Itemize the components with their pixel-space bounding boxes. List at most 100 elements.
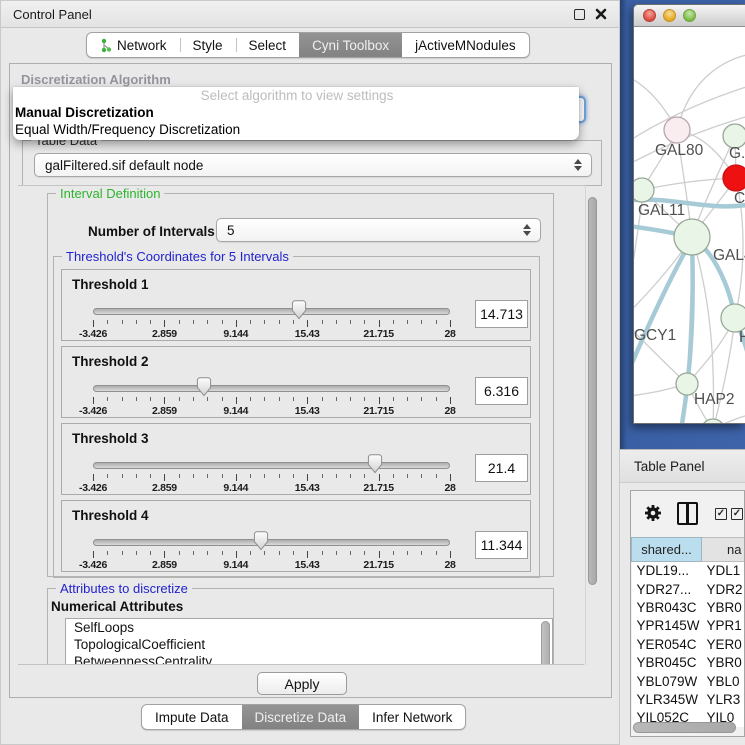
- table-row[interactable]: YLR345WYLR3: [632, 690, 745, 708]
- tick-mark: [93, 397, 94, 404]
- tick-mark: [407, 474, 408, 478]
- numerical-attributes-list[interactable]: SelfLoopsTopologicalCoefficientBetweenne…: [65, 618, 553, 665]
- minimize-traffic-light-icon[interactable]: [663, 9, 676, 22]
- tab-infer-network[interactable]: Infer Network: [359, 705, 465, 729]
- column-header-2[interactable]: na: [702, 538, 745, 562]
- slider-thumb[interactable]: [291, 300, 307, 320]
- dropdown-option-equal-width[interactable]: Equal Width/Frequency Discretization: [13, 121, 579, 138]
- workspace-right: GAL80G.CGAL11GAL4HGCY1HAP2 Table Panel: [620, 0, 745, 745]
- threshold-value-field[interactable]: 6.316: [475, 377, 528, 405]
- tick-mark: [307, 397, 308, 404]
- tab-discretize-data[interactable]: Discretize Data: [242, 705, 360, 729]
- tick-mark: [279, 474, 280, 478]
- table-cell[interactable]: YDR2: [702, 580, 745, 598]
- threshold-value-field[interactable]: 14.713: [475, 300, 528, 328]
- tick-mark: [207, 551, 208, 555]
- tab-label: Discretize Data: [255, 710, 347, 725]
- dropdown-option-manual[interactable]: Manual Discretization: [13, 104, 579, 121]
- table-row[interactable]: YBR043CYBR0: [632, 598, 745, 616]
- network-node-gal4[interactable]: [674, 219, 710, 255]
- threshold-value-field[interactable]: 11.344: [475, 531, 528, 559]
- node-label: HAP2: [694, 391, 735, 408]
- app-root: Control Panel NetworkStyleSelectCyni Too…: [0, 0, 745, 745]
- tick-mark: [436, 397, 437, 401]
- table-cell[interactable]: YPR1: [702, 617, 745, 635]
- zoom-traffic-light-icon[interactable]: [683, 9, 696, 22]
- network-node-h[interactable]: [721, 304, 745, 332]
- tab-cyni-toolbox[interactable]: Cyni Toolbox: [299, 33, 402, 57]
- node-label: G.: [729, 145, 745, 162]
- network-node-gal80[interactable]: [664, 117, 690, 143]
- toolbox-tabs: NetworkStyleSelectCyni ToolboxjActiveMNo…: [86, 32, 530, 58]
- num-intervals-select[interactable]: 5: [216, 218, 541, 242]
- table-row[interactable]: YDL19...YDL1: [632, 562, 745, 580]
- slider-thumb[interactable]: [253, 531, 269, 551]
- slider-track[interactable]: [93, 539, 450, 546]
- table-row[interactable]: YPR145WYPR1: [632, 617, 745, 635]
- slider-thumb[interactable]: [196, 377, 212, 397]
- table-cell[interactable]: YBR0: [702, 598, 745, 616]
- apply-button[interactable]: Apply: [257, 672, 347, 695]
- slider-track[interactable]: [93, 308, 450, 315]
- columns-icon[interactable]: [677, 502, 698, 525]
- scrollbar-thumb[interactable]: [588, 197, 597, 585]
- table-data-value: galFiltered.sif default node: [45, 158, 203, 173]
- table-data-select[interactable]: galFiltered.sif default node: [34, 153, 592, 177]
- scrollbar-vertical[interactable]: [585, 185, 598, 665]
- scrollbar-thumb[interactable]: [633, 722, 736, 733]
- tab-impute-data[interactable]: Impute Data: [142, 705, 242, 729]
- table-row[interactable]: YER054CYER0: [632, 635, 745, 653]
- slider-track[interactable]: [93, 385, 450, 392]
- tick-mark: [107, 474, 108, 478]
- threshold-label: Threshold 1: [72, 277, 149, 292]
- table-cell[interactable]: YER054C: [632, 635, 702, 653]
- table-cell[interactable]: YBR0: [702, 653, 745, 671]
- tab-select[interactable]: Select: [236, 33, 300, 57]
- table-cell[interactable]: YBR043C: [632, 598, 702, 616]
- float-icon[interactable]: [574, 9, 585, 20]
- tab-jactivemnodules[interactable]: jActiveMNodules: [402, 33, 529, 57]
- scrollbar-horizontal[interactable]: [633, 722, 743, 733]
- network-window-titlebar: [634, 5, 745, 27]
- checkbox-icon[interactable]: ✓: [715, 508, 727, 520]
- slider-thumb[interactable]: [367, 454, 383, 474]
- table-row[interactable]: YBR045CYBR0: [632, 653, 745, 671]
- table-cell[interactable]: YER0: [702, 635, 745, 653]
- scrollbar-thumb[interactable]: [541, 621, 550, 665]
- table-cell[interactable]: YBR045C: [632, 653, 702, 671]
- gear-icon[interactable]: [643, 503, 663, 523]
- close-icon[interactable]: [595, 8, 607, 20]
- network-node-gal11[interactable]: [634, 178, 654, 202]
- tick-mark: [193, 551, 194, 555]
- checkbox-icon[interactable]: ✓: [731, 508, 743, 520]
- table-cell[interactable]: YLR345W: [632, 690, 702, 708]
- table-data-group: Table Data galFiltered.sif default node: [22, 140, 602, 186]
- table-cell[interactable]: YPR145W: [632, 617, 702, 635]
- network-node[interactable]: [701, 419, 725, 423]
- column-header-1[interactable]: shared...: [632, 538, 702, 562]
- table-cell[interactable]: YDR27...: [632, 580, 702, 598]
- tick-mark: [407, 397, 408, 401]
- num-intervals-label: Number of Intervals: [88, 224, 215, 239]
- table-row[interactable]: YBL079WYBL0: [632, 672, 745, 690]
- slider-track[interactable]: [93, 462, 450, 469]
- table-cell[interactable]: YBL0: [702, 672, 745, 690]
- table-cell[interactable]: YDL19...: [632, 562, 702, 580]
- attribute-item[interactable]: SelfLoops: [66, 619, 552, 636]
- tab-style[interactable]: Style: [180, 33, 236, 57]
- attribute-item[interactable]: BetweennessCentrality: [66, 653, 552, 665]
- tick-mark: [93, 474, 94, 481]
- table-cell[interactable]: YBL079W: [632, 672, 702, 690]
- close-traffic-light-icon[interactable]: [643, 9, 656, 22]
- table-cell[interactable]: YLR3: [702, 690, 745, 708]
- table-toolbar: ✓ ✓: [631, 491, 744, 537]
- tab-network[interactable]: Network: [87, 33, 180, 57]
- network-canvas[interactable]: GAL80G.CGAL11GAL4HGCY1HAP2: [634, 27, 745, 423]
- cyni-toolbox-panel: Discretization Algorithm Table Data galF…: [9, 63, 612, 698]
- table-row[interactable]: YDR27...YDR2: [632, 580, 745, 598]
- table-cell[interactable]: YDL1: [702, 562, 745, 580]
- settings-scroll-area: Interval Definition Number of Intervals …: [18, 185, 584, 665]
- network-node-c[interactable]: [723, 165, 745, 191]
- threshold-value-field[interactable]: 21.4: [475, 454, 528, 482]
- attribute-item[interactable]: TopologicalCoefficient: [66, 636, 552, 653]
